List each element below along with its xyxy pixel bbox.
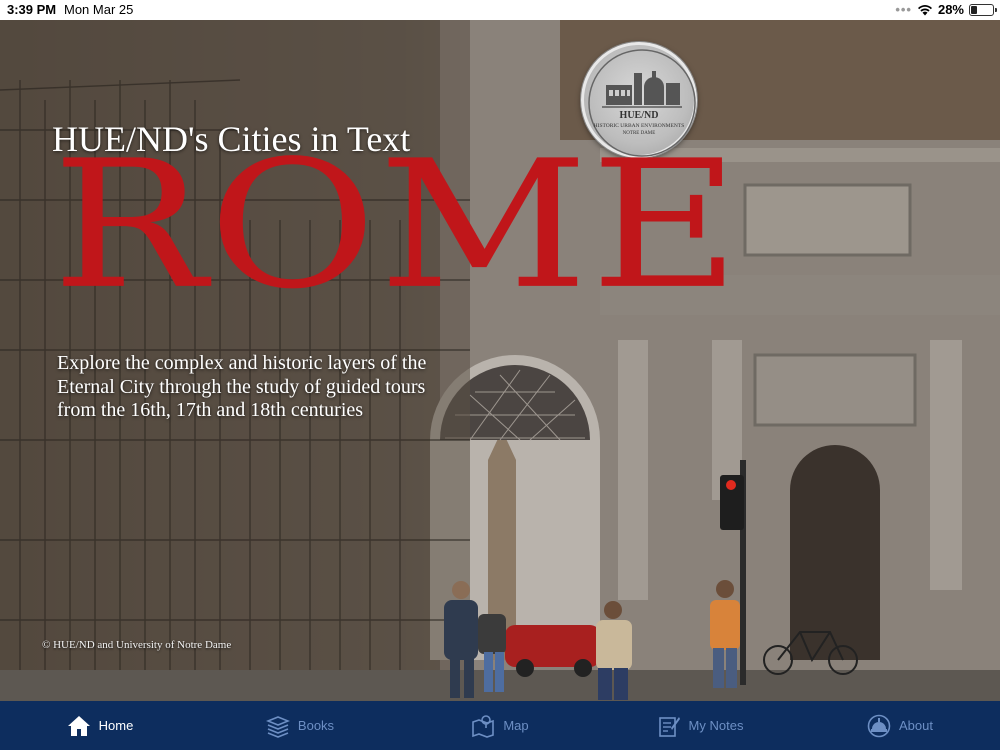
tab-about[interactable]: About — [800, 701, 1000, 750]
notes-icon — [658, 716, 680, 737]
tab-about-label: About — [899, 718, 933, 733]
tab-books-label: Books — [297, 718, 335, 733]
multitask-dots-icon: ••• — [895, 2, 912, 17]
tab-books[interactable]: Books — [200, 701, 400, 750]
tab-my-notes[interactable]: My Notes — [600, 701, 800, 750]
tab-home-label: Home — [98, 718, 134, 733]
status-bar: 3:39 PM Mon Mar 25 ••• 28% — [0, 0, 1000, 20]
battery-percent: 28% — [937, 2, 964, 17]
house-icon — [67, 715, 90, 736]
status-time: 3:39 PM — [7, 2, 57, 17]
tab-map-label: Map — [503, 718, 529, 733]
hero-title: ROME — [52, 123, 742, 329]
tab-map[interactable]: Map — [400, 701, 600, 750]
tab-home[interactable]: Home — [0, 701, 200, 750]
dome-icon — [867, 714, 891, 737]
map-icon — [472, 714, 495, 738]
hero-description: Explore the complex and historic layers … — [57, 352, 427, 422]
status-right: ••• 28% — [895, 2, 997, 17]
bottom-tab-bar: Home Books Map My Notes About — [0, 701, 1000, 750]
books-icon — [265, 715, 290, 738]
tab-my-notes-label: My Notes — [688, 718, 744, 733]
status-date: Mon Mar 25 — [64, 2, 134, 17]
hero-banner: HUE/ND HISTORIC URBAN ENVIRONMENTS NOTRE… — [0, 20, 1000, 701]
battery-fill — [971, 5, 977, 14]
battery-icon — [969, 3, 997, 16]
wifi-icon — [917, 4, 932, 15]
copyright-text: © HUE/ND and University of Notre Dame — [42, 639, 232, 651]
seal-name: HUE/ND — [619, 110, 659, 121]
